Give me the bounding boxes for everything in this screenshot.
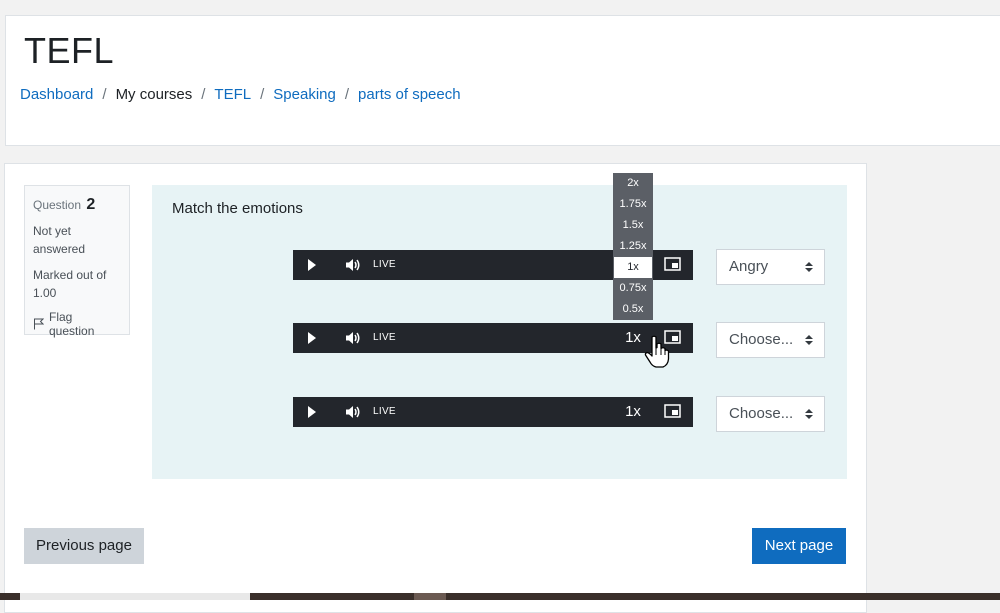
flag-question-link[interactable]: Flag question	[33, 310, 121, 338]
question-info-panel: Question 2 Not yet answered Marked out o…	[24, 185, 130, 338]
breadcrumb-my-courses: My courses	[115, 86, 193, 103]
taskbar-segment	[20, 593, 250, 600]
hand-cursor-icon	[644, 335, 670, 368]
answer-select-2[interactable]: Choose...	[716, 322, 825, 358]
volume-icon[interactable]	[345, 331, 361, 345]
audio-player-3: LIVE 1x	[293, 397, 693, 427]
taskbar-segment	[414, 593, 446, 600]
question-label: Question	[33, 198, 82, 212]
rate-option[interactable]: 1.75x	[613, 194, 653, 215]
rate-option[interactable]: 0.5x	[613, 299, 653, 320]
question-state: Not yet answered	[33, 224, 86, 256]
play-icon[interactable]	[307, 332, 317, 344]
play-icon[interactable]	[307, 259, 317, 271]
answer-select-3[interactable]: Choose...	[716, 396, 825, 432]
page-title: TEFL	[24, 30, 115, 71]
question-prompt: Match the emotions	[172, 200, 303, 217]
play-icon[interactable]	[307, 406, 317, 418]
question-grade: Marked out of 1.00	[33, 268, 107, 300]
question-number: 2	[86, 196, 96, 213]
breadcrumb-separator: /	[260, 86, 265, 103]
flag-question-label: Flag question	[49, 310, 95, 338]
rate-option[interactable]: 1.25x	[613, 236, 653, 257]
breadcrumb-dashboard[interactable]: Dashboard	[20, 86, 93, 103]
playback-rate-menu: 2x 1.75x 1.5x 1.25x 1x 0.75x 0.5x	[613, 173, 653, 320]
flag-icon	[34, 318, 44, 330]
breadcrumb-parts-of-speech[interactable]: parts of speech	[358, 86, 461, 103]
breadcrumb-tefl[interactable]: TEFL	[214, 86, 251, 103]
taskbar-strip	[0, 593, 1000, 600]
breadcrumb-separator: /	[102, 86, 107, 103]
picture-in-picture-icon[interactable]	[664, 404, 681, 418]
rate-option[interactable]: 1.5x	[613, 215, 653, 236]
live-indicator: LIVE	[373, 406, 396, 417]
rate-option[interactable]: 2x	[613, 173, 653, 194]
rate-option-selected[interactable]: 1x	[614, 257, 652, 278]
select-arrows-icon	[805, 335, 813, 345]
rate-option[interactable]: 0.75x	[613, 278, 653, 299]
breadcrumb: Dashboard / My courses / TEFL / Speaking…	[20, 86, 461, 103]
picture-in-picture-icon[interactable]	[664, 257, 681, 271]
select-arrows-icon	[805, 262, 813, 272]
volume-icon[interactable]	[345, 258, 361, 272]
answer-select-1[interactable]: Angry	[716, 249, 825, 285]
previous-page-button[interactable]: Previous page	[24, 528, 144, 564]
live-indicator: LIVE	[373, 259, 396, 270]
breadcrumb-separator: /	[201, 86, 206, 103]
volume-icon[interactable]	[345, 405, 361, 419]
playback-rate-button[interactable]: 1x	[613, 403, 653, 420]
answer-select-value: Choose...	[729, 405, 794, 422]
live-indicator: LIVE	[373, 332, 396, 343]
breadcrumb-separator: /	[344, 86, 350, 103]
next-page-button[interactable]: Next page	[752, 528, 846, 564]
select-arrows-icon	[805, 409, 813, 419]
answer-select-value: Angry	[729, 258, 769, 275]
audio-player-2: LIVE 1x	[293, 323, 693, 353]
page-header	[5, 15, 1000, 146]
answer-select-value: Choose...	[729, 331, 794, 348]
breadcrumb-speaking[interactable]: Speaking	[273, 86, 336, 103]
